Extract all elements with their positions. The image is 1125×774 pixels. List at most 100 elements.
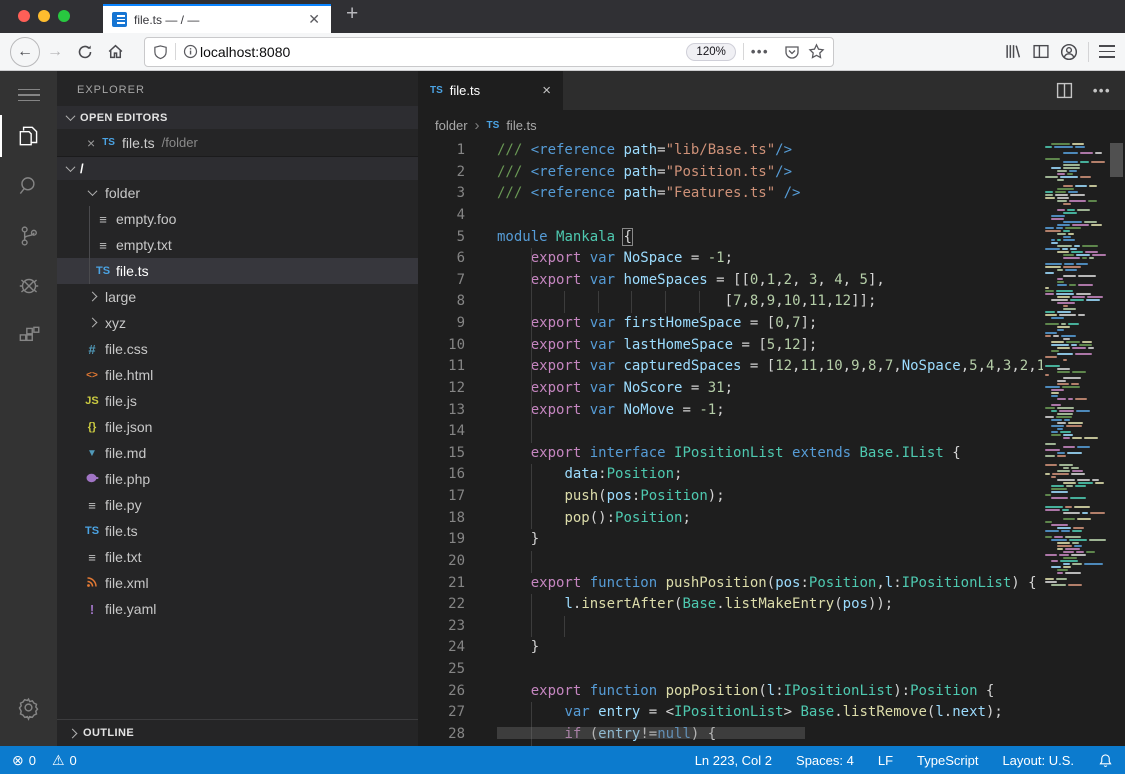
errors-icon[interactable]: ⊗ [12,752,24,769]
code-line[interactable]: 1/// <reference path="lib/Base.ts"/> [418,140,1125,162]
code-line[interactable]: 10 export var lastHomeSpace = [5,12]; [418,335,1125,357]
status-cursor-position[interactable]: Ln 223, Col 2 [695,753,772,768]
breadcrumb-folder[interactable]: folder [435,118,468,133]
code-token: export [531,445,590,461]
source-control-icon[interactable] [0,211,57,261]
status-indentation[interactable]: Spaces: 4 [796,753,854,768]
code-line[interactable]: 17 push(pos:Position); [418,486,1125,508]
code-line[interactable]: 12 export var NoScore = 31; [418,378,1125,400]
zoom-level-badge[interactable]: 120% [686,43,735,61]
extensions-view-icon[interactable] [0,311,57,361]
horizontal-scrollbar-thumb[interactable] [497,727,805,739]
open-editor-item[interactable]: × TS file.ts /folder [57,129,418,156]
code-line[interactable]: 6 export var NoSpace = -1; [418,248,1125,270]
close-editor-icon[interactable]: × [87,135,95,151]
menu-icon[interactable] [1099,45,1115,57]
tree-item-file-json[interactable]: {}file.json [57,414,418,440]
code-line[interactable]: 4 [418,205,1125,227]
code-line[interactable]: 21 export function pushPosition(pos:Posi… [418,573,1125,595]
tree-item-file-py[interactable]: ≡file.py [57,492,418,518]
code-line[interactable]: 14 [418,421,1125,443]
status-keyboard-layout[interactable]: Layout: U.S. [1002,753,1074,768]
tree-item-file-css[interactable]: #file.css [57,336,418,362]
code-line[interactable]: 7 export var homeSpaces = [[0,1,2, 3, 4,… [418,270,1125,292]
tree-item-folder[interactable]: folder [57,180,418,206]
code-line[interactable]: 11 export var capturedSpaces = [12,11,10… [418,356,1125,378]
code-line[interactable]: 25 [418,659,1125,681]
code-line[interactable]: 8 [7,8,9,10,11,12]]; [418,291,1125,313]
tree-item-file-yaml[interactable]: !file.yaml [57,596,418,622]
code-editor[interactable]: 1/// <reference path="lib/Base.ts"/>2///… [418,140,1125,746]
code-line[interactable]: 9 export var firstHomeSpace = [0,7]; [418,313,1125,335]
warnings-count[interactable]: 0 [70,753,77,768]
page-actions-icon[interactable]: ••• [751,44,769,59]
settings-gear-icon[interactable] [0,682,57,732]
code-line[interactable]: 19 } [418,529,1125,551]
library-icon[interactable] [1004,43,1022,60]
editor-tab-filets[interactable]: TS file.ts × [418,71,563,110]
code-line[interactable]: 15 export interface IPositionList extend… [418,443,1125,465]
reload-button[interactable] [70,37,100,67]
status-language[interactable]: TypeScript [917,753,978,768]
code-line[interactable]: 3/// <reference path="Features.ts" /> [418,183,1125,205]
tree-item-file-html[interactable]: <>file.html [57,362,418,388]
tree-item-xyz[interactable]: xyz [57,310,418,336]
tab-close-icon[interactable]: ✕ [306,11,322,28]
code-line[interactable]: 23 [418,616,1125,638]
browser-tab[interactable]: file.ts — / — ✕ [103,4,331,33]
code-line[interactable]: 27 var entry = <IPositionList> Base.list… [418,702,1125,724]
url-text[interactable]: localhost:8080 [200,44,290,60]
tree-item-file-js[interactable]: JSfile.js [57,388,418,414]
pocket-icon[interactable] [784,44,800,60]
vscode-menu-icon[interactable] [0,79,57,111]
sidebars-icon[interactable] [1032,43,1050,60]
tree-item-empty-txt[interactable]: ≡empty.txt [57,232,418,258]
tree-item-empty-foo[interactable]: ≡empty.foo [57,206,418,232]
url-bar[interactable]: localhost:8080 120% ••• [144,37,834,67]
code-line[interactable]: 2/// <reference path="Position.ts"/> [418,162,1125,184]
code-line[interactable]: 13 export var NoMove = -1; [418,400,1125,422]
open-editors-header[interactable]: OPEN EDITORS [57,106,418,129]
notifications-bell-icon[interactable] [1098,753,1113,768]
tree-item-large[interactable]: large [57,284,418,310]
code-line[interactable]: 26 export function popPosition(l:IPositi… [418,681,1125,703]
code-line[interactable]: 16 data:Position; [418,464,1125,486]
forward-button[interactable]: → [40,37,70,67]
home-button[interactable] [100,37,130,67]
minimap[interactable] [1043,140,1108,587]
workspace-root-header[interactable]: / [57,156,418,180]
tree-item-file-txt[interactable]: ≡file.txt [57,544,418,570]
tracking-protection-shield-icon[interactable] [153,44,168,60]
explorer-view-icon[interactable] [0,111,57,161]
close-window-button[interactable] [18,10,30,22]
new-tab-button[interactable]: + [346,2,358,26]
back-button[interactable]: ← [10,37,40,67]
tree-item-file-php[interactable]: file.php [57,466,418,492]
close-tab-icon[interactable]: × [542,82,551,99]
warnings-icon[interactable]: ⚠ [52,752,65,769]
code-line[interactable]: 22 l.insertAfter(Base.listMakeEntry(pos)… [418,594,1125,616]
tree-item-file-xml[interactable]: file.xml [57,570,418,596]
minimize-window-button[interactable] [38,10,50,22]
breadcrumb-file[interactable]: file.ts [506,118,536,133]
tree-item-file-ts[interactable]: TSfile.ts [57,258,418,284]
outline-section-header[interactable]: OUTLINE [57,719,418,746]
vertical-scrollbar[interactable] [1108,140,1125,746]
zoom-window-button[interactable] [58,10,70,22]
more-actions-icon[interactable]: ••• [1093,83,1111,98]
tree-item-file-md[interactable]: ▼file.md [57,440,418,466]
split-editor-icon[interactable] [1056,82,1073,99]
search-view-icon[interactable] [0,161,57,211]
debug-view-icon[interactable] [0,261,57,311]
code-line[interactable]: 20 [418,551,1125,573]
status-eol[interactable]: LF [878,753,893,768]
code-line[interactable]: 18 pop():Position; [418,508,1125,530]
code-line[interactable]: 24 } [418,637,1125,659]
code-line[interactable]: 5module Mankala { [418,227,1125,249]
bookmark-star-icon[interactable] [808,43,825,60]
errors-count[interactable]: 0 [29,753,36,768]
vertical-scrollbar-thumb[interactable] [1110,143,1123,177]
account-icon[interactable] [1060,43,1078,61]
tree-item-file-ts[interactable]: TSfile.ts [57,518,418,544]
site-info-icon[interactable] [183,44,198,59]
